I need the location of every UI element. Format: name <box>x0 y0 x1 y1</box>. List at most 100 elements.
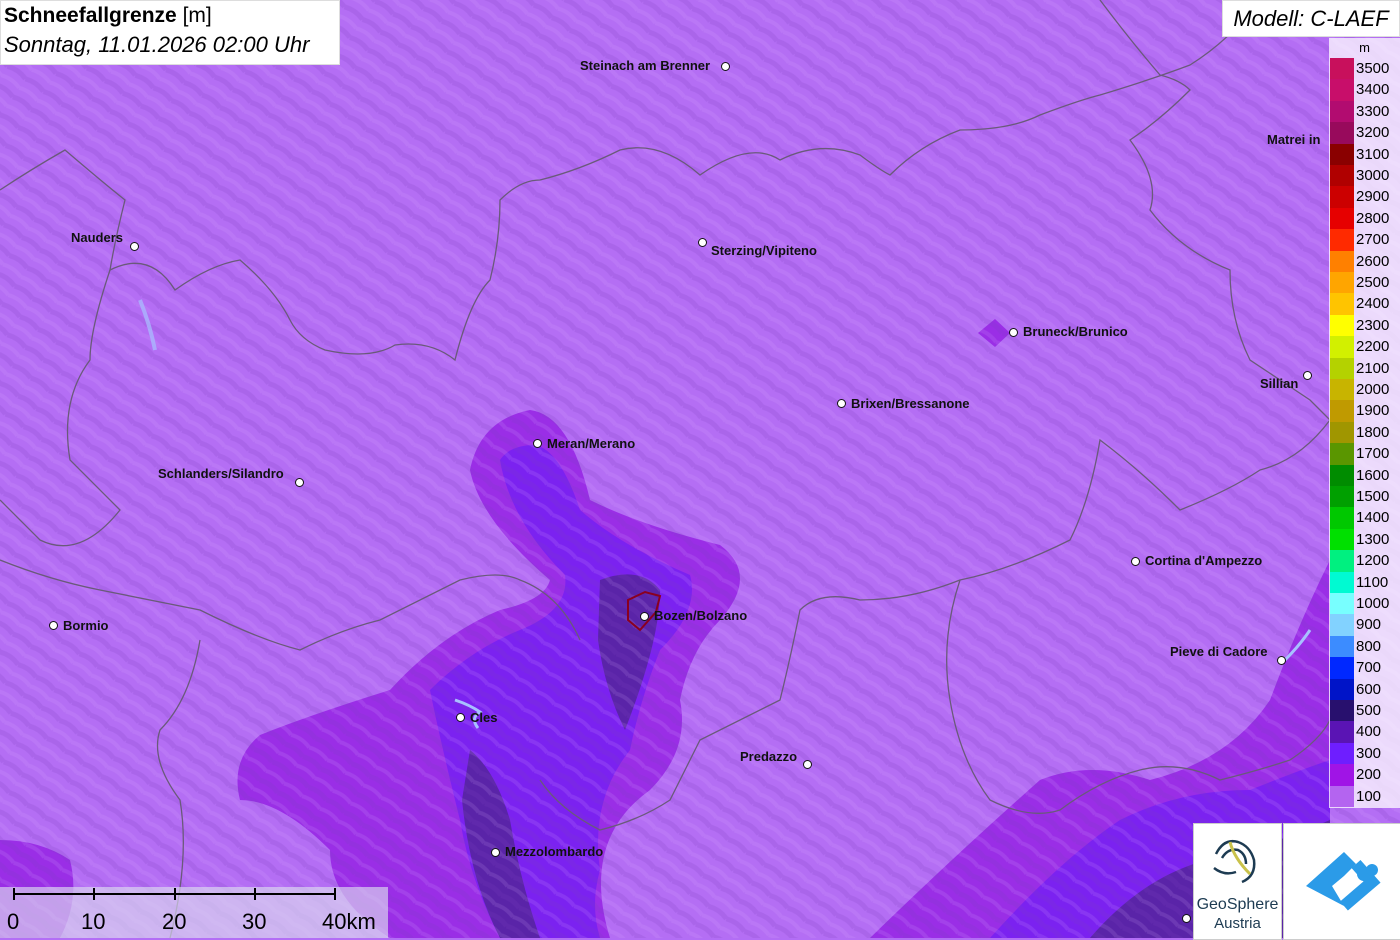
legend-value: 1900 <box>1356 402 1390 420</box>
legend-value: 2800 <box>1356 209 1390 227</box>
legend-swatch <box>1330 614 1354 636</box>
legend-value: 1100 <box>1356 573 1389 591</box>
legend-value: 3500 <box>1356 60 1390 77</box>
geosphere-country: Austria <box>1214 915 1261 932</box>
city-marker <box>640 612 649 621</box>
city-marker <box>295 478 304 487</box>
city-label: Bozen/Bolzano <box>654 608 748 623</box>
legend-value: 100 <box>1356 787 1382 805</box>
city-label: Meran/Merano <box>547 436 636 451</box>
legend-unit: m <box>1359 40 1370 55</box>
city-marker <box>698 238 707 247</box>
weather-app-logo[interactable] <box>1283 823 1400 940</box>
city-marker <box>456 713 465 722</box>
legend-swatch <box>1330 764 1354 786</box>
city-label: Bruneck/Brunico <box>1023 324 1128 339</box>
legend-value: 1700 <box>1356 445 1390 463</box>
legend-value: 3400 <box>1356 81 1390 99</box>
forecast-datetime: Sonntag, 11.01.2026 02:00 Uhr <box>4 32 310 57</box>
legend-swatch <box>1330 293 1354 315</box>
legend-swatch <box>1330 207 1354 230</box>
legend-value: 3200 <box>1356 124 1390 142</box>
city-label: Mezzolombardo <box>505 844 604 859</box>
scale-label: 30 <box>242 909 267 934</box>
map-title: Schneefallgrenze [m] <box>4 4 212 28</box>
legend-swatch <box>1330 507 1354 529</box>
legend-swatch <box>1330 336 1354 358</box>
legend-swatch <box>1330 100 1354 123</box>
legend-value: 2100 <box>1356 359 1390 377</box>
city-marker <box>533 439 542 448</box>
title-unit: [m] <box>182 4 212 27</box>
legend-value: 800 <box>1356 637 1382 655</box>
legend-swatch <box>1330 357 1354 379</box>
legend-swatch <box>1330 486 1354 508</box>
city-marker <box>491 848 500 857</box>
legend-swatch <box>1330 550 1354 572</box>
legend-value: 3000 <box>1356 167 1390 184</box>
city-marker <box>1277 656 1286 665</box>
legend-swatch <box>1330 528 1354 551</box>
legend-value: 700 <box>1356 659 1382 677</box>
legend-value: 200 <box>1356 766 1382 784</box>
city-label: Nauders <box>71 230 124 245</box>
legend-value: 2500 <box>1356 274 1390 291</box>
city-marker <box>130 242 139 251</box>
legend-swatch <box>1330 122 1354 144</box>
legend-swatch <box>1330 721 1354 743</box>
legend-swatch <box>1330 421 1354 444</box>
legend-value: 300 <box>1356 744 1382 762</box>
house-cloud-icon <box>1306 852 1381 911</box>
legend-swatch <box>1330 165 1354 187</box>
color-legend: m 3500 3400 3300 3200 3100 3000 2900 2800 2700 26… <box>1329 38 1400 808</box>
legend-value: 1600 <box>1356 466 1390 484</box>
legend-swatch <box>1330 314 1354 337</box>
legend-swatch <box>1330 272 1354 294</box>
legend-swatch <box>1330 186 1354 208</box>
city-marker <box>1009 328 1018 337</box>
city-label: Cles <box>470 710 498 725</box>
legend-swatch <box>1330 571 1354 593</box>
legend-swatch <box>1330 678 1354 700</box>
legend-value: 3100 <box>1356 145 1390 163</box>
legend-value: 500 <box>1356 702 1382 719</box>
legend-value: 3300 <box>1356 102 1390 120</box>
legend-swatch <box>1330 464 1354 486</box>
legend-swatch <box>1330 443 1354 465</box>
legend-value: 1200 <box>1356 552 1390 570</box>
legend-value: 1800 <box>1356 423 1390 441</box>
legend-swatch <box>1330 700 1354 722</box>
city-label: Sterzing/Vipiteno <box>711 243 817 258</box>
city-label: Predazzo <box>740 749 798 764</box>
legend-value: 400 <box>1356 723 1382 741</box>
legend-swatch <box>1330 379 1354 401</box>
legend-swatch <box>1330 79 1354 101</box>
legend-swatch <box>1330 635 1354 658</box>
legend-value: 1300 <box>1356 530 1390 548</box>
legend-swatch <box>1330 400 1354 422</box>
city-marker <box>837 399 846 408</box>
city-marker <box>1131 557 1140 566</box>
geosphere-logo[interactable]: GeoSphere Austria <box>1193 823 1282 940</box>
legend-value: 2200 <box>1356 338 1390 356</box>
legend-value: 1400 <box>1356 509 1390 527</box>
legend-value: 2000 <box>1356 381 1390 398</box>
city-marker <box>49 621 58 630</box>
city-label: Cortina d'Ampezzo <box>1145 553 1263 568</box>
model-label: Modell: C-LAEF <box>1222 0 1400 37</box>
legend-swatch <box>1330 229 1354 251</box>
city-label: Bormio <box>63 618 109 633</box>
legend-swatch <box>1330 58 1354 80</box>
city-marker <box>721 62 730 71</box>
city-label: Steinach am Brenner <box>580 58 711 73</box>
geosphere-emblem-icon <box>1213 840 1256 884</box>
city-marker <box>1303 371 1312 380</box>
city-marker <box>1182 914 1191 923</box>
legend-value: 900 <box>1356 616 1382 634</box>
city-label: Sillian <box>1260 376 1299 391</box>
legend-swatch <box>1330 250 1354 272</box>
legend-swatch <box>1330 143 1354 165</box>
scale-label: 10 <box>81 909 106 934</box>
legend-value: 1000 <box>1356 595 1390 612</box>
city-label: Schlanders/Silandro <box>158 466 284 481</box>
